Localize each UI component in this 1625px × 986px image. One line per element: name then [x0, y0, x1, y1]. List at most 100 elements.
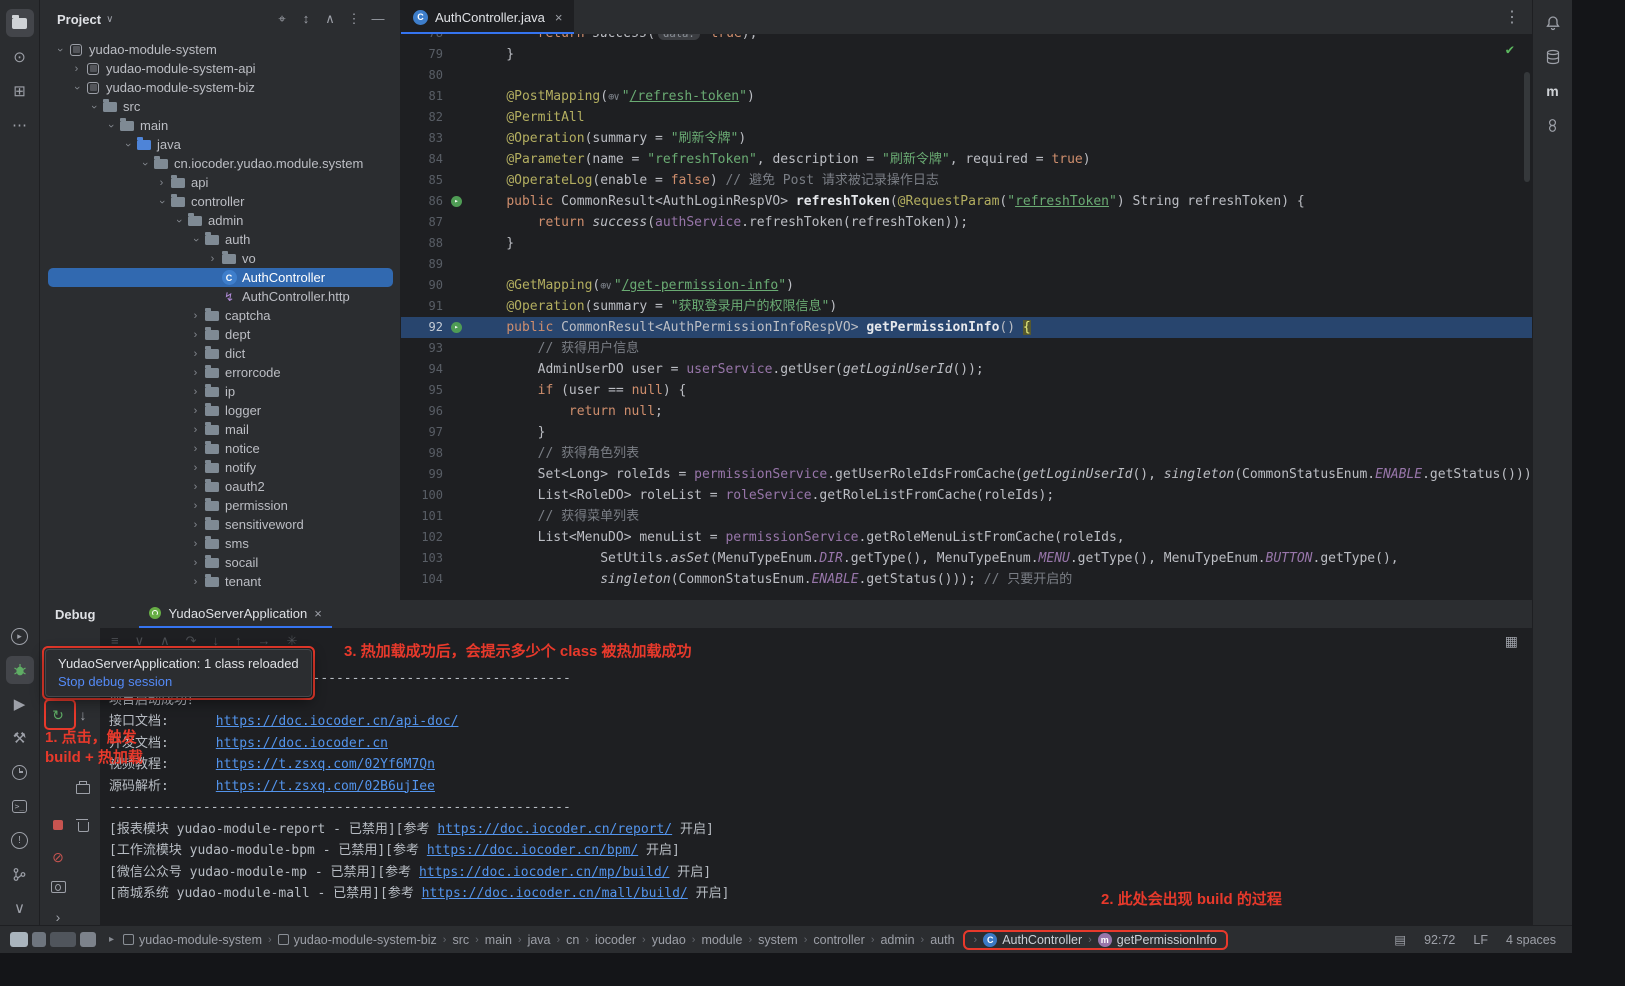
tree-item-dict[interactable]: ›dict — [48, 344, 393, 363]
indent-setting[interactable]: 4 spaces — [1506, 933, 1556, 947]
tree-chevron-icon[interactable]: › — [103, 120, 118, 132]
console-link[interactable]: https://t.zsxq.com/02B6ujIee — [216, 779, 435, 794]
editor-tab-authcontroller[interactable]: C AuthController.java × — [401, 0, 574, 34]
console-link[interactable]: https://doc.iocoder.cn/report/ — [437, 822, 672, 837]
open-in-http-client-icon[interactable]: ⊕∨ — [608, 91, 619, 103]
tree-chevron-icon[interactable]: › — [188, 367, 203, 379]
dependencies-icon[interactable] — [1539, 111, 1567, 139]
git-icon[interactable] — [6, 860, 34, 888]
tree-chevron-icon[interactable]: › — [120, 139, 135, 151]
tree-item-yudao-module-system[interactable]: ›yudao-module-system — [48, 40, 393, 59]
close-tab-icon[interactable]: × — [555, 10, 563, 25]
chevron-down-icon[interactable]: ∨ — [106, 14, 113, 25]
breadcrumb-yudao-module-system[interactable]: yudao-module-system — [123, 933, 262, 947]
tree-item-vo[interactable]: ›vo — [48, 249, 393, 268]
tree-chevron-icon[interactable]: › — [188, 519, 203, 531]
debug-panel-title[interactable]: Debug — [55, 607, 95, 622]
tree-chevron-icon[interactable]: › — [86, 101, 101, 113]
stop-icon[interactable] — [47, 814, 69, 836]
tree-chevron-icon[interactable]: › — [52, 44, 67, 56]
project-panel-title[interactable]: Project — [57, 12, 101, 27]
tree-item-mail[interactable]: ›mail — [48, 420, 393, 439]
console-link[interactable]: https://doc.iocoder.cn/mall/build/ — [422, 886, 688, 901]
tree-item-permission[interactable]: ›permission — [48, 496, 393, 515]
tree-item-tenant[interactable]: ›tenant — [48, 572, 393, 591]
tree-chevron-icon[interactable]: › — [188, 481, 203, 493]
breadcrumb-yudao[interactable]: yudao — [652, 933, 686, 947]
tree-chevron-icon[interactable]: › — [188, 348, 203, 360]
debug-session-tab[interactable]: YudaoServerApplication × — [139, 600, 331, 628]
tree-item-ip[interactable]: ›ip — [48, 382, 393, 401]
tree-item-cn.iocoder.yudao.module.system[interactable]: ›cn.iocoder.yudao.module.system — [48, 154, 393, 173]
tree-item-auth[interactable]: ›auth — [48, 230, 393, 249]
cursor-position[interactable]: 92:72 — [1424, 933, 1455, 947]
build-icon[interactable]: ⚒ — [6, 724, 34, 752]
history-icon[interactable] — [6, 758, 34, 786]
chevron-down-icon[interactable]: ∨ — [6, 894, 34, 922]
tree-item-controller[interactable]: ›controller — [48, 192, 393, 211]
breadcrumb-cn[interactable]: cn — [566, 933, 579, 947]
tree-chevron-icon[interactable]: › — [69, 82, 84, 94]
breadcrumb-getPermissionInfo[interactable]: mgetPermissionInfo — [1098, 933, 1217, 947]
breadcrumb-AuthController[interactable]: CAuthController — [983, 933, 1082, 947]
tree-item-logger[interactable]: ›logger — [48, 401, 393, 420]
stop-debug-session-link[interactable]: Stop debug session — [58, 674, 299, 689]
run-window-icon[interactable]: ▸ — [6, 622, 34, 650]
line-separator[interactable]: LF — [1473, 933, 1488, 947]
tree-chevron-icon[interactable]: › — [69, 63, 84, 75]
tree-item-socail[interactable]: ›socail — [48, 553, 393, 572]
tree-item-AuthController.http[interactable]: ↯AuthController.http — [48, 287, 393, 306]
notifications-bell-icon[interactable] — [1539, 9, 1567, 37]
kebab-menu-icon[interactable]: ⋮ — [342, 7, 366, 31]
tree-item-admin[interactable]: ›admin — [48, 211, 393, 230]
breadcrumb-admin[interactable]: admin — [880, 933, 914, 947]
breadcrumb-controller[interactable]: controller — [813, 933, 864, 947]
expand-all-icon[interactable]: ↕ — [294, 7, 318, 31]
tree-item-yudao-module-system-api[interactable]: ›yudao-module-system-api — [48, 59, 393, 78]
tree-chevron-icon[interactable]: › — [154, 177, 169, 189]
terminal-icon[interactable]: >_ — [6, 792, 34, 820]
breadcrumb-src[interactable]: src — [452, 933, 469, 947]
tree-chevron-icon[interactable]: › — [188, 462, 203, 474]
close-session-icon[interactable]: × — [314, 606, 322, 621]
more-tools-icon[interactable]: ⋯ — [6, 111, 34, 139]
tree-chevron-icon[interactable]: › — [188, 405, 203, 417]
inspection-ok-icon[interactable]: ✔ — [1506, 42, 1514, 58]
tree-item-captcha[interactable]: ›captcha — [48, 306, 393, 325]
breadcrumb-system[interactable]: system — [758, 933, 798, 947]
tree-chevron-icon[interactable]: › — [137, 158, 152, 170]
screenshot-icon[interactable] — [47, 876, 69, 898]
breadcrumb-java[interactable]: java — [528, 933, 551, 947]
tree-item-yudao-module-system-biz[interactable]: ›yudao-module-system-biz — [48, 78, 393, 97]
tree-chevron-icon[interactable]: › — [188, 310, 203, 322]
tree-chevron-icon[interactable]: › — [188, 538, 203, 550]
print-icon[interactable] — [72, 778, 94, 800]
tree-item-sensitiveword[interactable]: ›sensitiveword — [48, 515, 393, 534]
database-icon[interactable] — [1539, 43, 1567, 71]
tree-chevron-icon[interactable]: › — [154, 196, 169, 208]
tree-item-java[interactable]: ›java — [48, 135, 393, 154]
tree-chevron-icon[interactable]: › — [188, 500, 203, 512]
console-link[interactable]: https://doc.iocoder.cn — [216, 736, 388, 751]
maven-icon[interactable]: m — [1539, 77, 1567, 105]
breadcrumb-iocoder[interactable]: iocoder — [595, 933, 636, 947]
code-editor[interactable]: 78 return success(data: true);79 }8081 @… — [401, 34, 1532, 600]
console-link[interactable]: https://doc.iocoder.cn/mp/build/ — [419, 865, 669, 880]
layout-icon[interactable]: ▤ — [1394, 932, 1406, 947]
tree-item-main[interactable]: ›main — [48, 116, 393, 135]
debug-window-icon[interactable] — [6, 656, 34, 684]
tree-item-sms[interactable]: ›sms — [48, 534, 393, 553]
tree-chevron-icon[interactable]: › — [188, 424, 203, 436]
tree-item-AuthController[interactable]: CAuthController — [48, 268, 393, 287]
hide-panel-icon[interactable]: — — [366, 7, 390, 31]
tree-item-notify[interactable]: ›notify — [48, 458, 393, 477]
tree-item-src[interactable]: ›src — [48, 97, 393, 116]
tree-item-api[interactable]: ›api — [48, 173, 393, 192]
breadcrumb-auth[interactable]: auth — [930, 933, 954, 947]
breadcrumb-yudao-module-system-biz[interactable]: yudao-module-system-biz — [278, 933, 437, 947]
collapse-all-icon[interactable]: ∧ — [318, 7, 342, 31]
tree-item-errorcode[interactable]: ›errorcode — [48, 363, 393, 382]
mute-breakpoints-icon[interactable]: ⊘ — [47, 846, 69, 868]
console-link[interactable]: https://doc.iocoder.cn/api-doc/ — [216, 714, 459, 729]
locate-file-icon[interactable]: ⌖ — [270, 7, 294, 31]
